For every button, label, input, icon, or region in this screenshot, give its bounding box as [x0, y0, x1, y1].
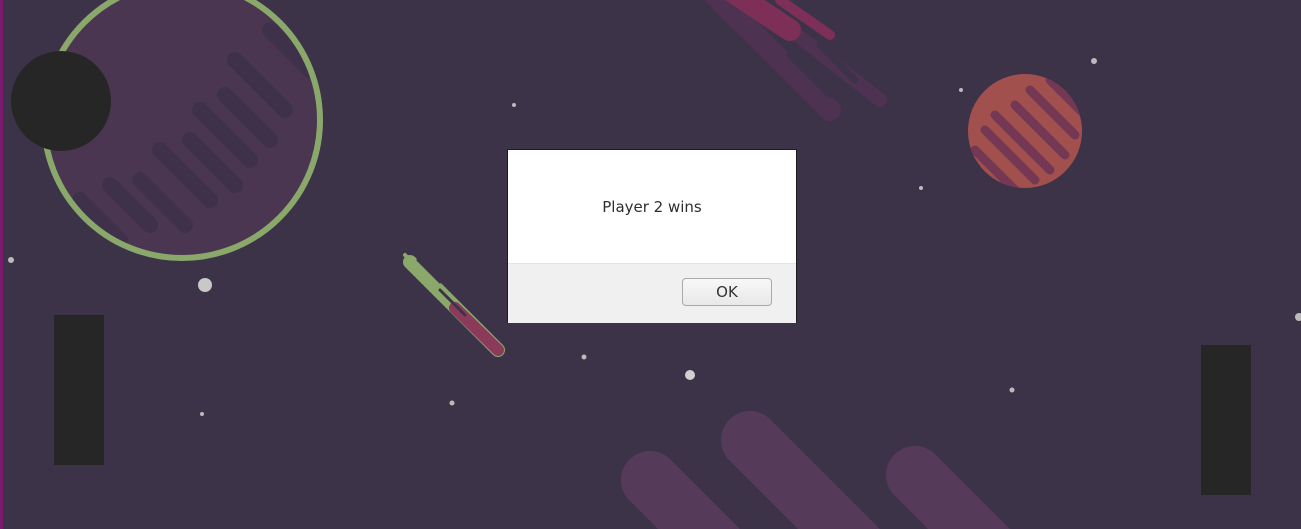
- player-2-paddle[interactable]: [1201, 345, 1251, 495]
- screen-edge-indicator: [0, 0, 3, 529]
- small-comet: [403, 253, 505, 357]
- game-canvas[interactable]: Player 2 wins OK: [0, 0, 1301, 529]
- dialog-message: Player 2 wins: [602, 197, 702, 216]
- bottom-streaks: [621, 411, 1011, 529]
- dialog-footer: OK: [508, 263, 796, 323]
- ball: [11, 51, 111, 151]
- small-planet: [968, 74, 1082, 188]
- alert-dialog: Player 2 wins OK: [507, 149, 797, 323]
- player-1-paddle[interactable]: [54, 315, 104, 465]
- comet-top: [704, 0, 887, 121]
- ok-button[interactable]: OK: [682, 278, 772, 306]
